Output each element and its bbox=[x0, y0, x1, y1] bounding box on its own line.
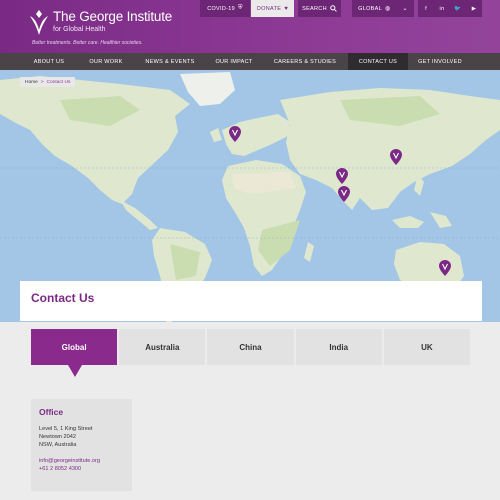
tab-china[interactable]: China bbox=[207, 329, 294, 365]
tab-uk[interactable]: UK bbox=[383, 329, 471, 365]
tab-india[interactable]: India bbox=[295, 329, 382, 365]
youtube-icon: ▶ bbox=[471, 5, 477, 12]
office-email-link[interactable]: info@georgeinstitute.org bbox=[39, 457, 124, 465]
heart-icon: ♥ bbox=[284, 5, 289, 12]
map-pin-uk[interactable] bbox=[229, 126, 241, 142]
region-tabs: Global Australia China India UK bbox=[31, 329, 471, 377]
nav-careers-studies[interactable]: CAREERS & STUDIES bbox=[267, 53, 343, 70]
donate-button[interactable]: DONATE ♥ bbox=[251, 0, 294, 17]
global-label: GLOBAL bbox=[358, 5, 382, 12]
nav-our-impact[interactable]: OUR IMPACT bbox=[209, 53, 259, 70]
linkedin-icon: in bbox=[439, 5, 445, 12]
nav-contact-us[interactable]: CONTACT US bbox=[348, 53, 408, 70]
nav-our-work[interactable]: OUR WORK bbox=[81, 53, 131, 70]
global-selector[interactable]: GLOBAL ◍ ⌄ bbox=[352, 0, 414, 17]
site-header: The George Institute for Global Health B… bbox=[0, 0, 500, 53]
office-address-line: Level 5, 1 King Street bbox=[39, 426, 93, 432]
globe-icon: ◍ bbox=[384, 6, 391, 12]
facebook-button[interactable]: f bbox=[418, 0, 434, 17]
logo-icon[interactable] bbox=[28, 8, 50, 36]
map-pin-india-delhi[interactable] bbox=[336, 168, 348, 184]
covid-label: COVID-19 bbox=[207, 5, 235, 12]
youtube-button[interactable]: ▶ bbox=[466, 0, 482, 17]
office-card: Office Level 5, 1 King Street Newtown 20… bbox=[31, 399, 132, 491]
brand-tagline: Better treatments. Better care. Healthie… bbox=[32, 40, 143, 46]
map-pin-china[interactable] bbox=[390, 149, 402, 165]
twitter-icon: 🐦 bbox=[454, 5, 462, 12]
brand-subtitle: for Global Health bbox=[53, 26, 106, 33]
page-title: Contact Us bbox=[31, 291, 95, 305]
search-icon bbox=[330, 5, 337, 12]
nav-about-us[interactable]: ABOUT US bbox=[22, 53, 76, 70]
chevron-down-icon: ⌄ bbox=[402, 6, 408, 12]
office-address-line: Newtown 2042 bbox=[39, 434, 77, 440]
nav-news-events[interactable]: NEWS & EVENTS bbox=[138, 53, 202, 70]
covid-button[interactable]: COVID-19 ⛨ bbox=[200, 0, 250, 17]
tab-australia[interactable]: Australia bbox=[119, 329, 206, 365]
linkedin-button[interactable]: in bbox=[434, 0, 450, 17]
search-button[interactable]: SEARCH bbox=[298, 0, 341, 17]
tab-global[interactable]: Global bbox=[31, 329, 118, 377]
breadcrumb-separator: > bbox=[40, 79, 44, 85]
map-pin-india-hyderabad[interactable] bbox=[338, 186, 350, 202]
main-nav: ABOUT US OUR WORK NEWS & EVENTS OUR IMPA… bbox=[0, 53, 500, 70]
breadcrumb-current: Contact Us bbox=[46, 79, 71, 85]
office-address-line: NSW, Australia bbox=[39, 442, 77, 448]
brand-name[interactable]: The George Institute bbox=[53, 9, 172, 24]
donate-label: DONATE bbox=[256, 5, 282, 12]
office-heading: Office bbox=[39, 407, 64, 417]
breadcrumb-home[interactable]: Home bbox=[25, 80, 38, 85]
map-pin-australia[interactable] bbox=[439, 260, 451, 276]
breadcrumb: Home > Contact Us bbox=[20, 77, 76, 87]
search-label: SEARCH bbox=[302, 5, 327, 12]
nav-get-involved[interactable]: GET INVOLVED bbox=[412, 53, 468, 70]
office-phone-link[interactable]: +61 2 8052 4300 bbox=[39, 465, 124, 473]
facebook-icon: f bbox=[425, 5, 427, 12]
twitter-button[interactable]: 🐦 bbox=[450, 0, 466, 17]
shield-icon: ⛨ bbox=[237, 5, 243, 11]
